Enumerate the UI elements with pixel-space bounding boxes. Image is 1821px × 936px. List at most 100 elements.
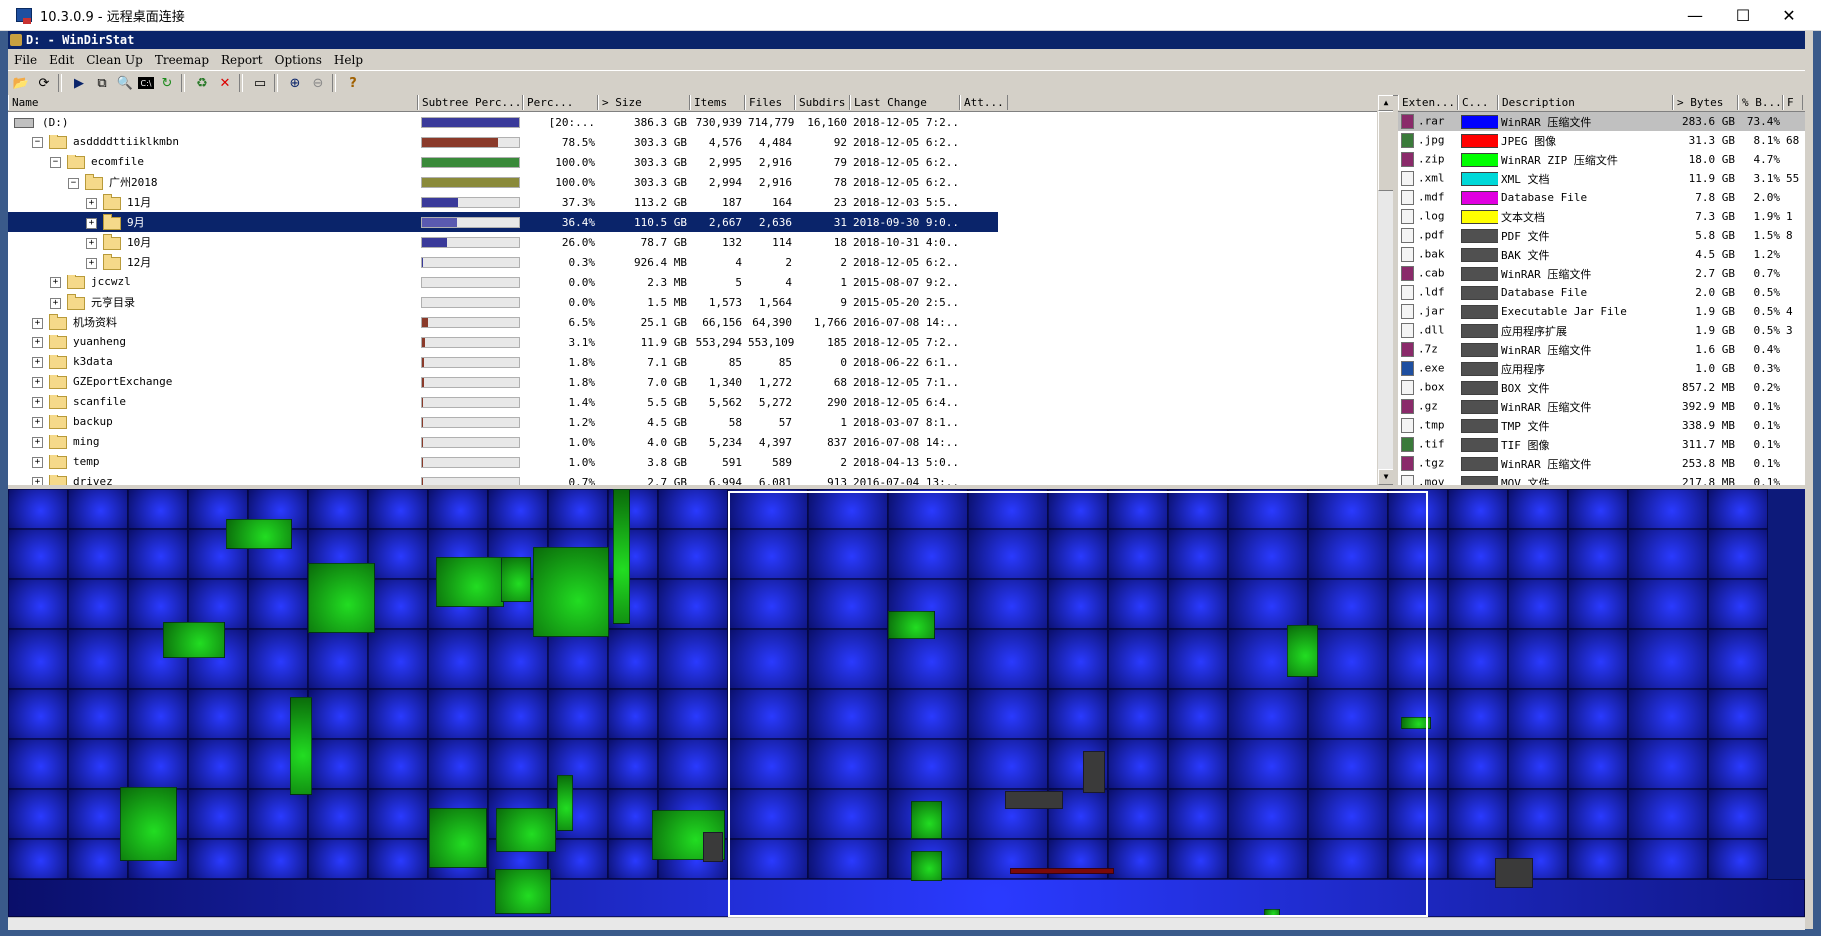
tree-column-header[interactable]: > Size bbox=[598, 95, 690, 110]
recycle-icon[interactable]: ♻ bbox=[192, 74, 212, 92]
properties-icon[interactable]: ▭ bbox=[250, 74, 270, 92]
menu-treemap[interactable]: Treemap bbox=[149, 53, 215, 67]
extension-row[interactable]: .zip WinRAR ZIP 压缩文件 18.0 GB 4.7% bbox=[1398, 150, 1805, 169]
copy-icon[interactable]: ⧉ bbox=[92, 74, 112, 92]
extension-column-header[interactable]: C... bbox=[1458, 95, 1498, 110]
collapse-icon[interactable]: − bbox=[68, 177, 79, 189]
tree-row[interactable]: + k3data 1.8% 7.1 GB 85 85 0 2018-06-22 6:1... bbox=[8, 352, 1368, 372]
tree-column-header[interactable]: Items bbox=[690, 95, 745, 110]
refresh-icon[interactable]: ⟳ bbox=[34, 74, 54, 92]
tree-row[interactable]: + temp 1.0% 3.8 GB 591 589 2 2018-04-13 5:0... bbox=[8, 452, 1368, 472]
extension-column-header[interactable]: Description bbox=[1498, 95, 1673, 110]
tree-row[interactable]: + 机场资料 6.5% 25.1 GB 66,156 64,390 1,766 2016-07… bbox=[8, 312, 1368, 332]
tree-row[interactable]: + yuanheng 3.1% 11.9 GB 553,294 553,109 185 201… bbox=[8, 332, 1368, 352]
extension-row[interactable]: .jpg JPEG 图像 31.3 GB 8.1% 68 bbox=[1398, 131, 1805, 150]
tree-row[interactable]: + drivez 0.7% 2.7 GB 6,994 6,081 913 2016-07-04… bbox=[8, 472, 1368, 485]
help-icon[interactable]: ? bbox=[343, 74, 363, 92]
extension-row[interactable]: .log 文本文档 7.3 GB 1.9% 1 bbox=[1398, 207, 1805, 226]
extension-row[interactable]: .7z WinRAR 压缩文件 1.6 GB 0.4% bbox=[1398, 340, 1805, 359]
tree-row[interactable]: + ming 1.0% 4.0 GB 5,234 4,397 837 2016-07-08 1… bbox=[8, 432, 1368, 452]
menu-clean-up[interactable]: Clean Up bbox=[80, 53, 149, 67]
extension-row[interactable]: .xml XML 文档 11.9 GB 3.1% 55 bbox=[1398, 169, 1805, 188]
tree-column-header[interactable]: Subdirs bbox=[795, 95, 850, 110]
extension-row[interactable]: .pdf PDF 文件 5.8 GB 1.5% 8 bbox=[1398, 226, 1805, 245]
collapse-icon[interactable]: − bbox=[32, 136, 43, 148]
tree-column-header[interactable]: Name bbox=[8, 95, 418, 110]
tree-row[interactable]: − ecomfile 100.0% 303.3 GB 2,995 2,916 79 2018-… bbox=[8, 152, 1368, 172]
menu-options[interactable]: Options bbox=[269, 53, 328, 67]
extension-row[interactable]: .mov MOV 文件 217.8 MB 0.1% bbox=[1398, 473, 1805, 485]
expand-icon[interactable]: + bbox=[32, 476, 43, 485]
tree-row[interactable]: +11月 37.3% 113.2 GB 187 164 23 2018-12-03 5:5.… bbox=[8, 192, 1368, 212]
tree-column-header[interactable]: Att... bbox=[960, 95, 1008, 110]
extension-row[interactable]: .bak BAK 文件 4.5 GB 1.2% bbox=[1398, 245, 1805, 264]
tree-row[interactable]: + GZEportExchange 1.8% 7.0 GB 1,340 1,272 68 20… bbox=[8, 372, 1368, 392]
extension-row[interactable]: .jar Executable Jar File 1.9 GB 0.5% 4 bbox=[1398, 302, 1805, 321]
close-button[interactable]: ✕ bbox=[1766, 0, 1812, 30]
extension-column-header[interactable]: F bbox=[1783, 95, 1803, 110]
expand-icon[interactable]: + bbox=[86, 237, 97, 249]
extension-row[interactable]: .cab WinRAR 压缩文件 2.7 GB 0.7% bbox=[1398, 264, 1805, 283]
delete-icon[interactable]: ✕ bbox=[215, 74, 235, 92]
expand-icon[interactable]: + bbox=[50, 297, 61, 309]
open-icon[interactable]: 📂 bbox=[11, 74, 31, 92]
tree-row[interactable]: (D:) [20:... 386.3 GB 730,939 714,779 16,160 2… bbox=[8, 112, 1368, 132]
scroll-thumb[interactable] bbox=[1378, 111, 1393, 191]
explorer-icon[interactable]: 🔍 bbox=[115, 74, 135, 92]
extension-row[interactable]: .tif TIF 图像 311.7 MB 0.1% bbox=[1398, 435, 1805, 454]
tree-row[interactable]: + 元亨目录 0.0% 1.5 MB 1,573 1,564 9 2015-05-20 2:5… bbox=[8, 292, 1368, 312]
extension-column-header[interactable]: % B... bbox=[1738, 95, 1783, 110]
extension-row[interactable]: .dll 应用程序扩展 1.9 GB 0.5% 3 bbox=[1398, 321, 1805, 340]
menu-edit[interactable]: Edit bbox=[43, 53, 80, 67]
extension-column-header[interactable]: Exten... bbox=[1398, 95, 1458, 110]
tree-row[interactable]: + scanfile 1.4% 5.5 GB 5,562 5,272 290 2018-12-… bbox=[8, 392, 1368, 412]
expand-icon[interactable]: + bbox=[32, 336, 43, 348]
tree-column-header[interactable]: Last Change bbox=[850, 95, 960, 110]
expand-icon[interactable]: + bbox=[32, 396, 43, 408]
collapse-icon[interactable]: − bbox=[50, 156, 61, 168]
maximize-button[interactable]: ☐ bbox=[1720, 0, 1766, 30]
scroll-up-icon[interactable]: ▲ bbox=[1378, 95, 1393, 111]
tree-row[interactable]: + jccwzl 0.0% 2.3 MB 5 4 1 2015-08-07 9:2... bbox=[8, 272, 1368, 292]
zoom-in-icon[interactable]: ⊕ bbox=[285, 74, 305, 92]
tree-column-header[interactable]: Files bbox=[745, 95, 795, 110]
zoom-out-icon[interactable]: ⊖ bbox=[308, 74, 328, 92]
extension-row[interactable]: .ldf Database File 2.0 GB 0.5% bbox=[1398, 283, 1805, 302]
expand-icon[interactable]: + bbox=[50, 276, 61, 288]
expand-icon[interactable]: + bbox=[86, 197, 97, 209]
scroll-down-icon[interactable]: ▼ bbox=[1378, 469, 1393, 485]
tree-row[interactable]: − asddddttiiklkmbn 78.5% 303.3 GB 4,576 4,484… bbox=[8, 132, 1368, 152]
expand-icon[interactable]: + bbox=[32, 376, 43, 388]
tree-column-header[interactable]: Subtree Perc... bbox=[418, 95, 523, 110]
horizontal-scrollbar[interactable] bbox=[8, 917, 1805, 930]
tree-row[interactable]: +10月 26.0% 78.7 GB 132 114 18 2018-10-31 4:0..… bbox=[8, 232, 1368, 252]
run-icon[interactable]: ▶ bbox=[69, 74, 89, 92]
extension-row[interactable]: .box BOX 文件 857.2 MB 0.2% bbox=[1398, 378, 1805, 397]
tree-column-header[interactable]: Perc... bbox=[523, 95, 598, 110]
tree-row[interactable]: − 广州2018 100.0% 303.3 GB 2,994 2,916 78 2018-12… bbox=[8, 172, 1368, 192]
expand-icon[interactable]: + bbox=[86, 217, 97, 229]
expand-icon[interactable]: + bbox=[32, 356, 43, 368]
extension-row[interactable]: .mdf Database File 7.8 GB 2.0% bbox=[1398, 188, 1805, 207]
extension-row[interactable]: .tgz WinRAR 压缩文件 253.8 MB 0.1% bbox=[1398, 454, 1805, 473]
expand-icon[interactable]: + bbox=[86, 257, 97, 269]
extension-row[interactable]: .rar WinRAR 压缩文件 283.6 GB 73.4% bbox=[1398, 112, 1805, 131]
tree-row[interactable]: + backup 1.2% 4.5 GB 58 57 1 2018-03-07 8:1... bbox=[8, 412, 1368, 432]
extension-row[interactable]: .tmp TMP 文件 338.9 MB 0.1% bbox=[1398, 416, 1805, 435]
minimize-button[interactable]: — bbox=[1672, 0, 1718, 30]
cmd-icon[interactable]: C:\ bbox=[138, 77, 154, 89]
extension-row[interactable]: .gz WinRAR 压缩文件 392.9 MB 0.1% bbox=[1398, 397, 1805, 416]
menu-file[interactable]: File bbox=[8, 53, 43, 67]
expand-icon[interactable]: + bbox=[32, 436, 43, 448]
rescan-icon[interactable]: ↻ bbox=[157, 74, 177, 92]
menu-help[interactable]: Help bbox=[328, 53, 369, 67]
treemap[interactable] bbox=[8, 489, 1805, 917]
menu-report[interactable]: Report bbox=[215, 53, 269, 67]
expand-icon[interactable]: + bbox=[32, 416, 43, 428]
extension-row[interactable]: .exe 应用程序 1.0 GB 0.3% bbox=[1398, 359, 1805, 378]
tree-row[interactable]: +9月 36.4% 110.5 GB 2,667 2,636 31 2018-09-30 9… bbox=[8, 211, 999, 233]
tree-row[interactable]: +12月 0.3% 926.4 MB 4 2 2 2018-12-05 6:2... bbox=[8, 252, 1368, 272]
extension-column-header[interactable]: > Bytes bbox=[1673, 95, 1738, 110]
tree-vertical-scrollbar[interactable]: ▲ ▼ bbox=[1377, 95, 1393, 485]
expand-icon[interactable]: + bbox=[32, 317, 43, 329]
